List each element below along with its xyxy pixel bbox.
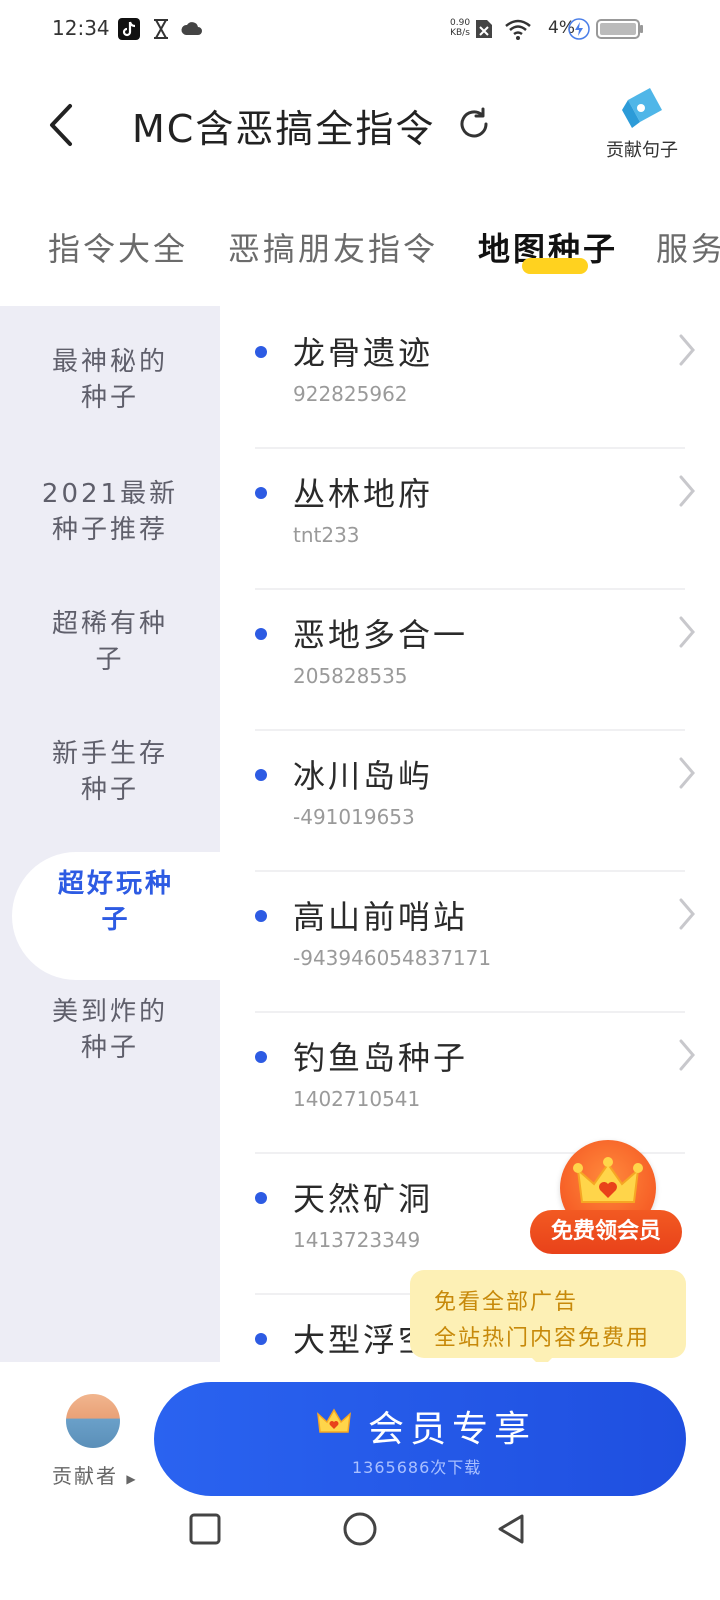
free-vip-badge[interactable]: 免费领会员 [526, 1140, 686, 1260]
bullet-dot [255, 1192, 267, 1204]
seed-title: 钓鱼岛种子 [293, 1039, 469, 1077]
cloud-icon [180, 18, 202, 40]
sidebar-item-label: 种子 [80, 775, 139, 805]
list-item[interactable]: 恶地多合一 205828535 [255, 588, 695, 731]
chevron-right-icon [679, 616, 695, 648]
free-vip-label: 免费领会员 [530, 1210, 682, 1254]
page-title: MC含恶搞全指令 [132, 107, 436, 151]
home-icon[interactable] [342, 1511, 378, 1547]
tooltip-line: 免看全部广告 [434, 1290, 579, 1315]
active-tab-indicator [522, 258, 588, 274]
status-time: 12:34 [52, 16, 110, 40]
chevron-right-icon [679, 1039, 695, 1071]
chevron-right-icon [679, 898, 695, 930]
list-item[interactable]: 龙骨遗迹 922825962 [255, 306, 695, 449]
net-speed-unit: KB/s [450, 28, 470, 38]
bullet-dot [255, 1051, 267, 1063]
list-item[interactable]: 丛林地府 tnt233 [255, 447, 695, 590]
tab-prank-commands[interactable]: 恶搞朋友指令 [228, 224, 438, 270]
sidebar-item-2021-latest[interactable]: 2021最新 种子推荐 [0, 476, 220, 548]
chevron-right-icon [679, 475, 695, 507]
sidebar-item-newbie[interactable]: 新手生存 种子 [0, 736, 220, 808]
net-speed-value: 0.90 [450, 18, 471, 28]
hourglass-icon [150, 18, 172, 40]
status-bar: 12:34 0.90 KB/s 4% [0, 0, 720, 60]
download-count: 1365686次下载 [352, 1458, 482, 1477]
seed-value: 205828535 [293, 664, 408, 688]
refresh-icon [460, 107, 488, 138]
sidebar-item-label: 新手生存 [51, 739, 168, 769]
tooltip-line: 全站热门内容免费用 [434, 1326, 651, 1351]
seed-title: 冰川岛屿 [293, 757, 434, 795]
triangle-right-icon: ▶ [126, 1472, 138, 1486]
bullet-dot [255, 628, 267, 640]
chevron-left-icon [50, 104, 72, 146]
contributor-label: 贡献者 [52, 1464, 118, 1488]
recent-apps-icon[interactable] [188, 1512, 222, 1546]
bullet-dot [255, 910, 267, 922]
contribute-button[interactable]: 贡献句子 [594, 80, 690, 170]
seed-title: 高山前哨站 [293, 898, 469, 936]
refresh-button[interactable] [456, 106, 492, 142]
charging-icon [568, 18, 590, 40]
contributor-link[interactable]: 贡献者 ▶ [52, 1460, 138, 1489]
contribute-label: 贡献句子 [606, 140, 678, 161]
category-tabs: 指令大全 恶搞朋友指令 地图种子 服务 [0, 210, 720, 280]
seed-value: -491019653 [293, 805, 415, 829]
list-item[interactable]: 高山前哨站 -943946054837171 [255, 870, 695, 1013]
sidebar-item-label: 种子 [80, 1033, 139, 1063]
system-nav-bar [0, 1500, 720, 1600]
tiktok-icon [118, 18, 140, 40]
sidebar-item-fun-active[interactable]: 超好玩种 子 [12, 852, 220, 980]
sidebar-item-label: 超稀有种 [51, 609, 168, 639]
crown-icon [317, 1408, 351, 1433]
sidebar-item-label: 种子推荐 [51, 515, 168, 545]
sidebar-item-label: 美到炸的 [51, 997, 168, 1027]
tab-commands[interactable]: 指令大全 [48, 224, 188, 270]
sidebar-item-label: 种子 [80, 383, 139, 413]
back-button[interactable] [40, 100, 90, 150]
chevron-right-icon [679, 334, 695, 366]
sidebar-item-beautiful[interactable]: 美到炸的 种子 [0, 994, 220, 1066]
seed-value: -943946054837171 [293, 946, 492, 970]
list-item[interactable]: 钓鱼岛种子 1402710541 [255, 1011, 695, 1154]
seed-title: 天然矿洞 [293, 1180, 434, 1218]
bullet-dot [255, 487, 267, 499]
tab-servers[interactable]: 服务 [656, 224, 720, 270]
sidebar-item-label: 超好玩种 [57, 869, 174, 899]
sim-off-icon [474, 18, 496, 40]
contributor-avatar[interactable] [66, 1394, 120, 1448]
sidebar-item-mysterious[interactable]: 最神秘的 种子 [0, 344, 220, 416]
sidebar-item-label: 子 [95, 645, 125, 675]
pen-icon [622, 88, 662, 128]
bullet-dot [255, 346, 267, 358]
seed-value: tnt233 [293, 523, 360, 547]
seed-title: 龙骨遗迹 [293, 334, 434, 372]
sidebar-item-label: 最神秘的 [51, 347, 168, 377]
vip-benefits-tooltip: 免看全部广告 全站热门内容免费用 [410, 1270, 686, 1368]
chevron-right-icon [679, 757, 695, 789]
seed-value: 922825962 [293, 382, 408, 406]
battery-icon [596, 18, 644, 40]
bullet-dot [255, 1333, 267, 1345]
sidebar-item-rare[interactable]: 超稀有种 子 [0, 606, 220, 678]
seed-category-sidebar [0, 306, 220, 1362]
back-nav-icon[interactable] [494, 1512, 528, 1546]
vip-exclusive-button[interactable]: 会员专享 1365686次下载 [154, 1382, 686, 1496]
bullet-dot [255, 769, 267, 781]
seed-title: 恶地多合一 [293, 616, 469, 654]
seed-title: 丛林地府 [293, 475, 434, 513]
seed-value: 1402710541 [293, 1087, 421, 1111]
sidebar-item-label: 2021最新 [41, 479, 179, 509]
vip-button-label: 会员专享 [368, 1409, 537, 1450]
net-speed: 0.90 KB/s [450, 18, 470, 38]
sidebar-item-label: 子 [101, 905, 131, 935]
list-item[interactable]: 冰川岛屿 -491019653 [255, 729, 695, 872]
seed-value: 1413723349 [293, 1228, 421, 1252]
wifi-icon [504, 18, 532, 40]
